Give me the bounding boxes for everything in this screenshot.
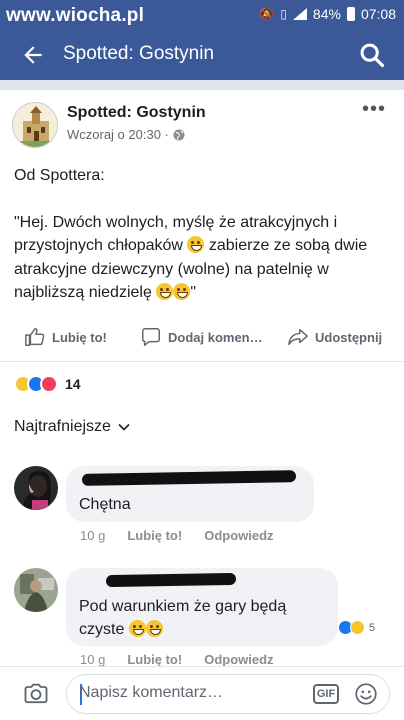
building-icon — [13, 103, 57, 147]
signal-icon — [292, 8, 307, 20]
comment-like-link[interactable]: Lubię to! — [127, 652, 182, 667]
comment-text: Pod warunkiem że gary będą czyste — [79, 595, 329, 641]
watermark: www.wiocha.pl — [6, 5, 145, 26]
grinning-face-icon — [187, 236, 205, 253]
camera-icon[interactable] — [22, 680, 50, 708]
globe-icon — [173, 129, 185, 140]
laughing-face-icon — [128, 620, 146, 637]
post-time-text: Wczoraj o 20:30 · — [67, 127, 169, 142]
page-avatar[interactable] — [12, 102, 58, 148]
comment-bubble: Pod warunkiem że gary będą czyste — [66, 568, 338, 646]
battery-level: 84% — [312, 6, 341, 22]
vibrate-icon: ▯ — [280, 7, 287, 21]
commenter-avatar[interactable] — [14, 466, 58, 510]
status-bar: www.wiocha.pl 🔕 ▯ 84% 07:08 — [0, 0, 404, 30]
thumbs-up-icon — [25, 328, 45, 346]
app-header: Spotted: Gostynin — [0, 30, 404, 80]
reactions-summary[interactable]: 14 — [14, 374, 81, 394]
emoji-icon[interactable] — [353, 681, 379, 707]
post-actions: Lubię to! Dodaj komen… Udostępnij — [0, 318, 404, 362]
battery-icon — [346, 7, 355, 21]
search-icon[interactable] — [358, 41, 386, 69]
comment-meta: 10 g Lubię to! Odpowiedz — [80, 652, 274, 667]
tongue-face-icon — [156, 283, 174, 300]
comment-bubble: Chętna — [66, 466, 314, 522]
more-icon[interactable]: ••• — [362, 99, 386, 119]
comment-reply-link[interactable]: Odpowiedz — [204, 528, 273, 543]
post-quote: "Hej. Dwóch wolnych, myślę że atrakcyjny… — [14, 211, 394, 305]
status-indicators: 🔕 ▯ 84% 07:08 — [259, 6, 396, 22]
share-icon — [288, 328, 308, 346]
post-content: Od Spottera: "Hej. Dwóch wolnych, myślę … — [14, 164, 394, 328]
chevron-down-icon — [118, 423, 130, 431]
comments-filter-label: Najtrafniejsze — [14, 418, 111, 435]
avatar-photo — [14, 466, 58, 510]
post-author[interactable]: Spotted: Gostynin — [67, 104, 206, 122]
comment-text-content: Pod warunkiem że gary będą czyste — [79, 598, 287, 638]
post-timestamp[interactable]: Wczoraj o 20:30 · — [67, 127, 185, 142]
post-header: Spotted: Gostynin Wczoraj o 20:30 · ••• — [0, 80, 404, 160]
comment-input-box[interactable]: GIF — [66, 674, 390, 714]
comment-button[interactable]: Dodaj komen… — [140, 326, 263, 348]
redacted-name — [81, 470, 297, 486]
comment-reply-link[interactable]: Odpowiedz — [204, 652, 273, 667]
like-label: Lubię to! — [52, 329, 107, 345]
comments-filter[interactable]: Najtrafniejsze — [14, 418, 131, 436]
gif-icon[interactable]: GIF — [313, 684, 339, 704]
page-title: Spotted: Gostynin — [63, 43, 215, 64]
comment-reactions[interactable]: 5 — [338, 620, 375, 635]
love-reaction-icon — [40, 375, 58, 393]
comment-time: 10 g — [80, 652, 106, 667]
redacted-name — [105, 572, 237, 588]
share-label: Udostępnij — [315, 329, 383, 345]
mute-icon: 🔕 — [259, 7, 275, 21]
comment-text: Chętna — [79, 496, 131, 513]
comment-input[interactable] — [79, 684, 299, 702]
arrow-left-icon[interactable] — [20, 42, 46, 68]
comment-reaction-count: 5 — [369, 621, 376, 634]
clock: 07:08 — [360, 6, 396, 22]
comment-time: 10 g — [80, 528, 106, 543]
comment-icon — [142, 328, 160, 346]
comment-meta: 10 g Lubię to! Odpowiedz — [80, 528, 274, 543]
grinning-face-icon — [173, 283, 191, 300]
avatar-photo — [14, 568, 58, 612]
share-button[interactable]: Udostępnij — [287, 326, 382, 348]
haha-reaction-icon — [350, 620, 365, 635]
laughing-face-icon — [145, 620, 163, 637]
comment-label: Dodaj komen… — [168, 329, 263, 345]
comment-composer: GIF — [0, 666, 404, 720]
like-button[interactable]: Lubię to! — [24, 326, 107, 348]
reaction-count: 14 — [65, 376, 81, 392]
comment-like-link[interactable]: Lubię to! — [127, 528, 182, 543]
post-intro: Od Spottera: — [14, 167, 105, 184]
commenter-avatar[interactable] — [14, 568, 58, 612]
post-quote-end: " — [190, 284, 196, 301]
